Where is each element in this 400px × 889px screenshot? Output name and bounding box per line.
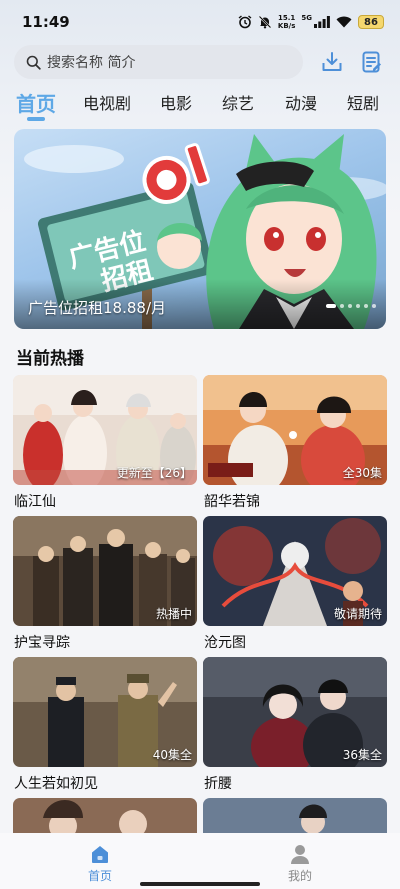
show-card[interactable]: 热播中 护宝寻踪 [13, 516, 197, 652]
nav-profile[interactable]: 我的 [200, 833, 400, 889]
tab-short-drama[interactable]: 短剧 [347, 90, 379, 114]
signal-icon [314, 16, 330, 28]
banner-dot [364, 304, 368, 308]
history-list-icon [362, 51, 381, 73]
category-tabs: 首页 电视剧 电影 综艺 动漫 短剧 [0, 86, 400, 126]
banner-dot-active [326, 304, 336, 308]
banner-pagination [326, 304, 376, 308]
net-speed: 15.1 KB/s [278, 14, 295, 30]
search-placeholder: 搜索名称 简介 [47, 55, 136, 71]
tab-home[interactable]: 首页 [16, 88, 56, 117]
show-poster: 敬请期待 [203, 516, 387, 626]
bottom-navigation: 首页 我的 [0, 833, 400, 889]
show-card[interactable]: 36集全 折腰 [203, 657, 387, 793]
status-badge: 热播中 [155, 607, 192, 621]
nav-profile-label: 我的 [287, 869, 312, 883]
net-speed-unit: KB/s [277, 22, 296, 30]
history-button[interactable] [359, 49, 385, 75]
episode-badge: 36集全 [342, 748, 382, 762]
home-icon [92, 846, 108, 863]
active-tab-indicator [27, 117, 45, 121]
download-button[interactable] [319, 49, 345, 75]
tab-tv-series[interactable]: 电视剧 [83, 90, 131, 114]
show-card[interactable]: 全30集 韶华若锦 [203, 375, 387, 511]
search-row: 搜索名称 简介 [14, 45, 394, 79]
show-title: 沧元图 [204, 635, 246, 651]
tab-movies[interactable]: 电影 [160, 90, 192, 114]
home-indicator-bar [140, 882, 260, 886]
status-time: 11:49 [22, 13, 70, 31]
show-title: 护宝寻踪 [14, 635, 70, 651]
banner-dot [340, 304, 344, 308]
banner-dot [372, 304, 376, 308]
search-icon [26, 55, 41, 70]
promo-banner[interactable]: 广告位 招租 广告位招租18.88/月 [14, 129, 386, 329]
show-title: 折腰 [204, 776, 232, 792]
banner-caption: 广告位招租18.88/月 [28, 299, 166, 317]
show-title: 人生若如初见 [14, 776, 98, 792]
network-type-label: 5G [301, 14, 312, 22]
show-poster: 40集全 [13, 657, 197, 767]
section-title: 当前热播 [16, 349, 84, 369]
status-badge: 敬请期待 [333, 607, 382, 621]
show-poster: 热播中 [13, 516, 197, 626]
nav-home[interactable]: 首页 [0, 833, 200, 889]
show-title: 临江仙 [14, 494, 56, 510]
app-screen: 11:49 15.1 KB/s 5G 86 搜索名称 简介 首页 电视剧 电影 … [0, 0, 400, 889]
show-card[interactable]: 更新至【26】 临江仙 [13, 375, 197, 511]
status-icons: 15.1 KB/s 5G 86 [238, 14, 384, 30]
banner-dot [356, 304, 360, 308]
search-input[interactable]: 搜索名称 简介 [14, 45, 303, 79]
show-card[interactable]: 40集全 人生若如初见 [13, 657, 197, 793]
episode-badge: 40集全 [152, 748, 192, 762]
mute-bell-icon [258, 15, 272, 29]
banner-dot [348, 304, 352, 308]
nav-home-label: 首页 [87, 869, 112, 883]
show-card[interactable]: 敬请期待 沧元图 [203, 516, 387, 652]
status-bar: 11:49 15.1 KB/s 5G 86 [0, 0, 400, 44]
profile-icon [291, 845, 309, 864]
wifi-icon [336, 16, 352, 28]
alarm-icon [238, 15, 252, 29]
episode-badge: 全30集 [342, 466, 382, 480]
download-icon [322, 52, 342, 71]
tab-anime[interactable]: 动漫 [285, 90, 317, 114]
show-title: 韶华若锦 [204, 494, 260, 510]
battery-indicator: 86 [358, 15, 384, 29]
episode-badge: 更新至【26】 [116, 466, 192, 480]
show-poster: 36集全 [203, 657, 387, 767]
show-poster: 全30集 [203, 375, 387, 485]
tab-variety[interactable]: 综艺 [222, 90, 254, 114]
show-poster: 更新至【26】 [13, 375, 197, 485]
net-speed-value: 15.1 [277, 14, 296, 22]
